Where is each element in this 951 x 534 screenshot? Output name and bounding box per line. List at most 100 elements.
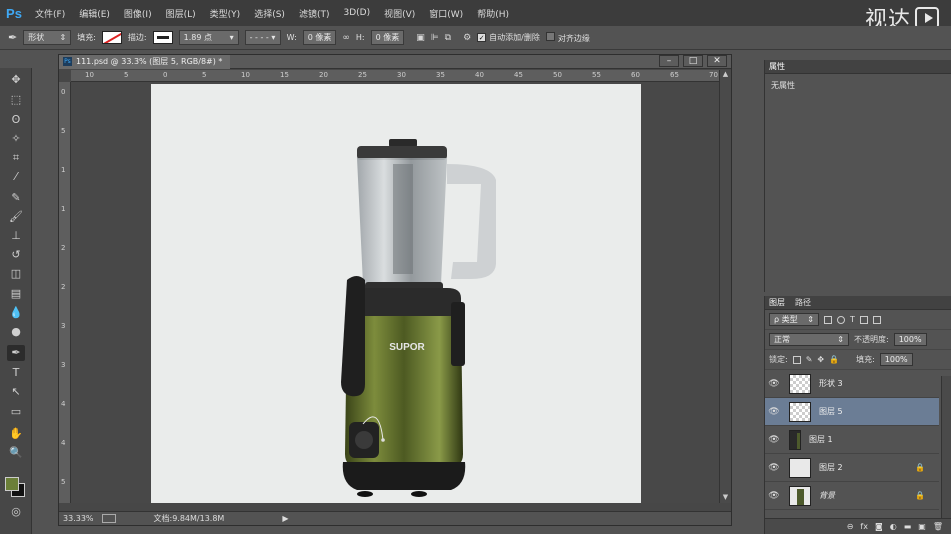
menu-image[interactable]: 图像(I) [117,7,159,20]
layer-name: 背景 [819,491,835,500]
type-filter-icon[interactable]: T [850,315,855,324]
shape-mode-select[interactable]: 形状 ⇕ [23,30,72,45]
width-field[interactable]: 0 像素 [302,30,337,45]
align-edges-checkbox[interactable]: 对齐边缘 [545,31,590,44]
layers-scrollbar[interactable] [941,376,951,518]
lasso-tool-icon[interactable]: ʘ [7,112,25,128]
layer-row[interactable]: 👁 背景 🔒 [765,482,939,510]
path-arrangement-icon[interactable]: ⧉ [445,33,451,43]
height-field[interactable]: 0 像素 [370,30,405,45]
zoom-tool-icon[interactable]: 🔍 [7,445,25,461]
shape-filter-icon[interactable] [859,315,868,324]
crop-tool-icon[interactable]: ⌗ [7,150,25,166]
adjustment-layer-icon[interactable]: ◐ [890,522,897,531]
menu-filter[interactable]: 滤镜(T) [292,7,337,20]
move-tool-icon[interactable]: ✥ [7,72,25,88]
zoom-level[interactable]: 33.33% [63,514,94,523]
stroke-swatch[interactable] [152,31,173,44]
menu-3d[interactable]: 3D(D) [336,8,377,18]
eye-icon[interactable]: 👁 [765,463,783,473]
shape-tool-icon[interactable]: ▭ [7,404,25,420]
path-alignment-icon[interactable]: ⊫ [431,33,439,43]
brush-tool-icon[interactable]: 🖌 [7,209,25,225]
marquee-tool-icon[interactable]: ⬚ [7,92,25,108]
menu-file[interactable]: 文件(F) [28,7,72,20]
history-brush-tool-icon[interactable]: ↺ [7,247,25,263]
delete-layer-icon[interactable]: 🗑 [933,522,943,531]
fill-swatch[interactable] [101,31,122,44]
eyedropper-tool-icon[interactable]: ⁄ [7,169,25,185]
auto-add-delete-checkbox[interactable]: ✓ 自动添加/删除 [477,32,540,43]
canvas-area[interactable]: SUPOR [71,82,719,503]
maximize-button[interactable]: □ [683,55,703,67]
dodge-tool-icon[interactable]: ● [7,324,25,340]
layer-row[interactable]: 👁 图层 5 [765,398,939,426]
magic-wand-tool-icon[interactable]: ✧ [7,131,25,147]
menu-edit[interactable]: 编辑(E) [72,7,117,20]
layer-row[interactable]: 👁 图层 1 [765,426,939,454]
quick-mask-icon[interactable]: ◎ [7,504,25,520]
link-icon[interactable]: ∞ [342,33,350,43]
fill-field[interactable]: 100% [879,353,913,366]
layer-thumbnail [789,457,811,478]
lock-all-icon[interactable]: 🔒 [829,355,839,364]
menu-type[interactable]: 类型(Y) [203,7,248,20]
menu-select[interactable]: 选择(S) [247,7,292,20]
tab-layers[interactable]: 图层 [769,297,785,308]
healing-brush-tool-icon[interactable]: ✎ [7,190,25,206]
stroke-type-select[interactable]: - - - - ▾ [244,30,281,45]
foreground-color-swatch[interactable] [5,477,19,491]
eraser-tool-icon[interactable]: ◫ [7,266,25,282]
eye-icon[interactable]: 👁 [765,435,783,445]
link-layers-icon[interactable]: ⊖ [847,522,854,531]
layer-row[interactable]: 👁 形状 3 [765,370,939,398]
eye-icon[interactable]: 👁 [765,379,783,389]
menu-window[interactable]: 窗口(W) [422,7,470,20]
document-tab[interactable]: Ps 111.psd @ 33.3% (图层 5, RGB/8#) * [59,54,231,69]
pen-tool-icon[interactable]: ✒ [8,31,17,44]
pen-tool-icon[interactable]: ✒ [7,345,25,361]
blend-mode-value: 正常 [774,335,790,344]
smart-object-filter-icon[interactable] [872,315,881,324]
new-group-icon[interactable]: ▬ [904,522,912,531]
menu-layer[interactable]: 图层(L) [159,7,203,20]
layer-row[interactable]: 👁 图层 2 🔒 [765,454,939,482]
vertical-scrollbar[interactable]: ▲ ▼ [719,70,731,503]
path-selection-tool-icon[interactable]: ↖ [7,384,25,400]
adjustment-filter-icon[interactable] [837,315,845,324]
lock-transparency-icon[interactable] [792,355,801,364]
menu-help[interactable]: 帮助(H) [470,7,516,20]
menu-view[interactable]: 视图(V) [377,7,422,20]
new-layer-icon[interactable]: ▣ [918,522,926,531]
scroll-down-icon[interactable]: ▼ [720,493,731,503]
tab-properties[interactable]: 属性 [769,61,785,72]
tab-paths[interactable]: 路径 [795,297,811,308]
gradient-tool-icon[interactable]: ▤ [7,286,25,302]
pixel-filter-icon[interactable] [824,315,832,324]
type-tool-icon[interactable]: T [7,365,25,381]
layer-filter-select[interactable]: ρ 类型 ⇕ [769,313,819,326]
lock-position-icon[interactable]: ✥ [817,355,824,364]
ruler-tick-label: 15 [280,71,289,79]
close-button[interactable]: ✕ [707,55,727,67]
canvas[interactable]: SUPOR [151,84,641,503]
add-mask-icon[interactable]: ◙ [875,522,883,531]
status-menu-arrow-icon[interactable]: ▶ [282,514,288,523]
minimize-button[interactable]: – [659,55,679,67]
gear-icon[interactable]: ⚙ [463,33,471,43]
blend-mode-select[interactable]: 正常 ⇕ [769,333,849,346]
lock-pixels-icon[interactable]: ✎ [806,355,813,364]
scroll-up-icon[interactable]: ▲ [720,70,731,80]
blur-tool-icon[interactable]: 💧 [7,305,25,321]
hand-tool-icon[interactable]: ✋ [7,426,25,442]
eye-icon[interactable]: 👁 [765,407,783,417]
opacity-field[interactable]: 100% [893,333,927,346]
lock-row: 锁定: ✎ ✥ 🔒 填充: 100% [765,350,951,370]
eye-icon[interactable]: 👁 [765,491,783,501]
align-edges-label: 对齐边缘 [557,33,590,43]
path-operations-icon[interactable]: ▣ [416,33,425,43]
stroke-label: 描边: [127,33,147,42]
clone-stamp-tool-icon[interactable]: ⊥ [7,228,25,244]
fx-icon[interactable]: fx [860,522,868,531]
stroke-width-field[interactable]: 1.89 点 ▾ [178,30,239,45]
